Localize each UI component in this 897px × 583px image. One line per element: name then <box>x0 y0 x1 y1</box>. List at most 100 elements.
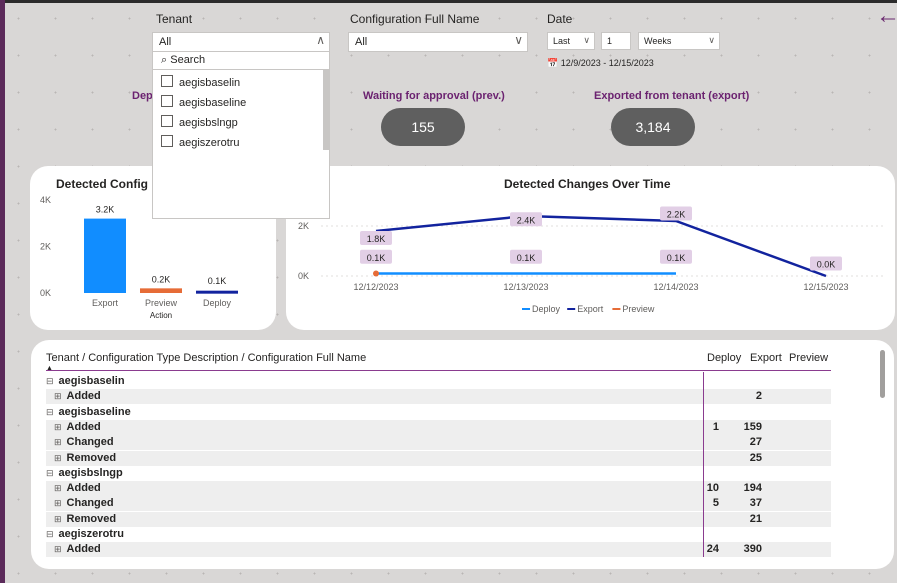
cell-deploy: 1 <box>712 420 719 433</box>
config-select-value: All <box>355 36 368 48</box>
series-point-preview <box>373 270 379 277</box>
matrix-change-row[interactable]: ⊞ Changed 27 <box>46 435 831 451</box>
matrix-change-row[interactable]: ⊞ Added 2 <box>46 389 831 405</box>
row-label: ⊟ aegisbaseline <box>46 406 131 418</box>
tenant-search-placeholder: Search <box>170 54 206 66</box>
expand-icon[interactable]: ⊞ <box>54 514 62 524</box>
tenant-option[interactable]: aegisbaselin <box>161 75 240 91</box>
row-label-text: aegiszerotru <box>58 528 124 540</box>
date-count-input[interactable]: 1 <box>601 32 631 50</box>
cell-export: 159 <box>743 420 762 433</box>
tenant-option[interactable]: aegisbaseline <box>161 95 246 111</box>
cell-export: 2 <box>755 390 762 403</box>
left-accent-bar <box>0 0 5 583</box>
back-arrow-icon[interactable]: ← <box>876 4 897 28</box>
col-export[interactable]: Export <box>750 352 782 364</box>
cell-deploy: 24 <box>706 543 719 556</box>
collapse-icon[interactable]: ⊟ <box>46 529 54 539</box>
matrix-change-row[interactable]: ⊞ Changed 5 37 <box>46 496 831 512</box>
expand-icon[interactable]: ⊞ <box>54 544 62 554</box>
line-chart-card: Detected Changes Over Time 0K 2K 12/12/202… <box>286 166 895 330</box>
checkbox[interactable] <box>161 135 173 147</box>
y-tick-label: 2K <box>40 242 51 252</box>
data-label: 1.8K <box>367 234 386 244</box>
matrix-change-row[interactable]: ⊞ Added 1 159 <box>46 419 831 435</box>
y-tick-label: 0K <box>40 288 51 298</box>
dropdown-scrollbar[interactable] <box>323 70 329 150</box>
kpi-waiting-label: Waiting for approval (prev.) <box>363 90 505 102</box>
legend-label: Export <box>577 304 604 314</box>
chevron-down-icon: ∨ <box>708 35 715 45</box>
row-label: ⊞ Added <box>54 421 101 433</box>
data-label: 0.1K <box>667 253 686 263</box>
y-tick-label: 4K <box>40 195 51 205</box>
checkbox[interactable] <box>161 95 173 107</box>
chevron-up-icon: ∧ <box>316 33 325 47</box>
row-label: ⊞ Added <box>54 543 101 555</box>
tenant-select[interactable]: All ∧ <box>152 32 330 52</box>
row-label-text: Added <box>66 482 101 495</box>
config-filter-label: Configuration Full Name <box>350 12 480 26</box>
top-frame-bar <box>0 0 897 3</box>
row-label: ⊞ Added <box>54 482 101 494</box>
matrix-header: Tenant / Configuration Type Description … <box>46 352 367 364</box>
row-label-text: Changed <box>66 436 114 449</box>
matrix-scrollbar[interactable] <box>880 350 885 398</box>
date-mode-select[interactable]: Last ∨ <box>547 32 595 50</box>
tenant-search-input[interactable]: ⌕ Search <box>153 54 329 70</box>
expand-icon[interactable]: ⊞ <box>54 453 62 463</box>
row-label-text: Changed <box>66 497 114 510</box>
row-label: ⊟ aegisbslngp <box>46 467 123 479</box>
expand-icon[interactable]: ⊞ <box>54 437 62 447</box>
checkbox[interactable] <box>161 115 173 127</box>
legend-label: Deploy <box>532 304 561 314</box>
checkbox[interactable] <box>161 75 173 87</box>
collapse-icon[interactable]: ⊟ <box>46 376 54 386</box>
chevron-down-icon: ∨ <box>514 33 523 47</box>
matrix-tenant-row[interactable]: ⊟ aegisbaselin <box>46 374 831 389</box>
cell-export: 25 <box>749 451 762 464</box>
date-unit-value: Weeks <box>644 36 672 46</box>
y-tick-label: 2K <box>298 221 309 231</box>
matrix-tenant-row[interactable]: ⊟ aegisbaseline <box>46 405 831 420</box>
tenant-option[interactable]: aegisbslngp <box>161 115 238 131</box>
tenant-option-label: aegiszerotru <box>179 137 240 149</box>
bar-preview <box>140 288 182 293</box>
matrix-tenant-row[interactable]: ⊟ aegiszerotru <box>46 527 831 542</box>
date-unit-select[interactable]: Weeks ∨ <box>638 32 720 50</box>
cell-export: 21 <box>749 512 762 525</box>
row-label: ⊞ Changed <box>54 497 114 509</box>
config-select[interactable]: All ∨ <box>348 32 528 52</box>
tenant-option[interactable]: aegiszerotru <box>161 135 240 151</box>
collapse-icon[interactable]: ⊟ <box>46 468 54 478</box>
bar-data-label: 0.2K <box>152 274 171 284</box>
search-icon: ⌕ <box>161 54 168 66</box>
date-count-value: 1 <box>607 36 613 46</box>
tenant-option-label: aegisbaselin <box>179 77 241 89</box>
matrix-change-row[interactable]: ⊞ Added 10 194 <box>46 481 831 497</box>
y-tick-label: 0K <box>298 271 309 281</box>
matrix-change-row[interactable]: ⊞ Added 24 390 <box>46 542 831 558</box>
kpi-deploy-label-partial: Dep <box>132 90 153 102</box>
matrix-tenant-row[interactable]: ⊟ aegisbslngp <box>46 466 831 481</box>
expand-icon[interactable]: ⊞ <box>54 498 62 508</box>
col-deploy[interactable]: Deploy <box>707 352 741 364</box>
row-label: ⊞ Changed <box>54 436 114 448</box>
chevron-down-icon: ∨ <box>583 35 590 45</box>
matrix-change-row[interactable]: ⊞ Removed 25 <box>46 450 831 466</box>
data-label: 2.2K <box>667 210 686 220</box>
matrix-change-row[interactable]: ⊞ Removed 21 <box>46 511 831 527</box>
row-label: ⊞ Removed <box>54 513 116 525</box>
tenant-select-value: All <box>159 36 172 48</box>
line-chart: 0K 2K 12/12/2023 12/13/2023 12/14/2023 12/15/… <box>298 206 886 314</box>
row-label-text: Removed <box>66 451 117 464</box>
date-mode-value: Last <box>553 36 571 46</box>
tenant-dropdown-list: ⌕ Search aegisbaselin aegisbaseline aegi… <box>152 51 330 219</box>
expand-icon[interactable]: ⊞ <box>54 483 62 493</box>
expand-icon[interactable]: ⊞ <box>54 391 62 401</box>
collapse-icon[interactable]: ⊟ <box>46 407 54 417</box>
calendar-icon: 📅 <box>547 58 559 68</box>
column-divider <box>703 372 704 557</box>
expand-icon[interactable]: ⊞ <box>54 422 62 432</box>
col-preview[interactable]: Preview <box>789 352 828 364</box>
